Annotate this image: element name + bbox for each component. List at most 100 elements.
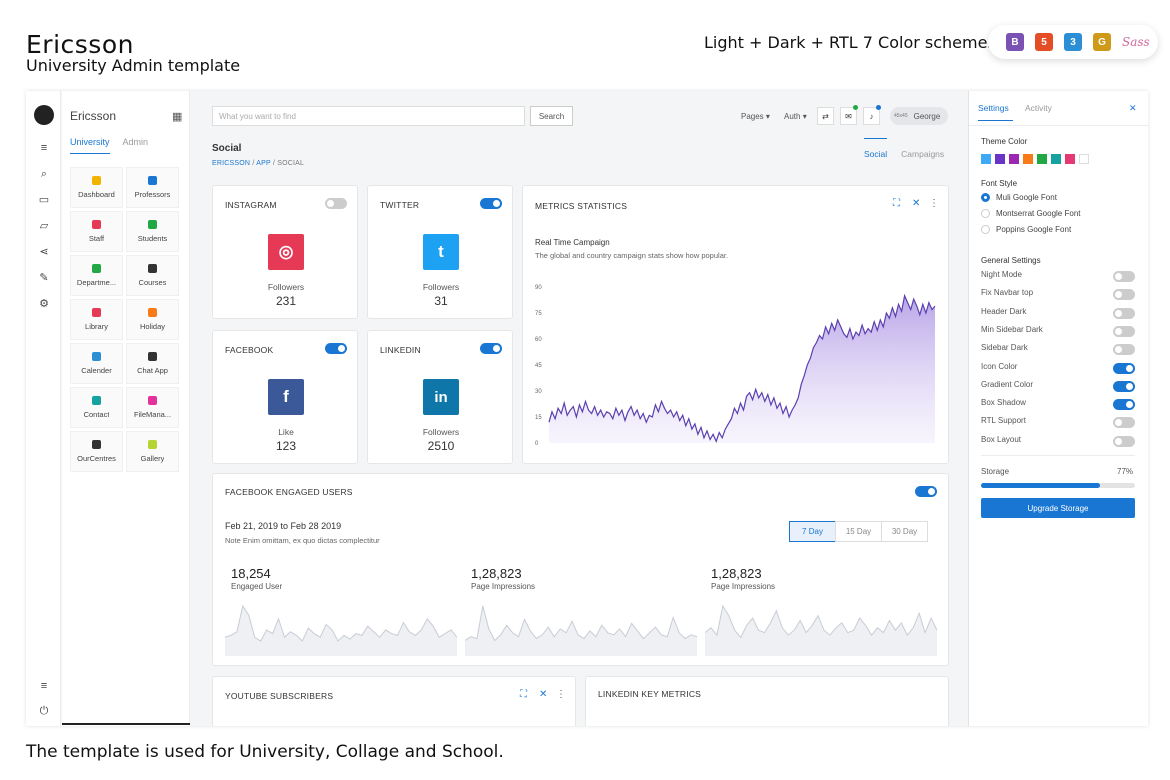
sidebar-app-filemana[interactable]: FileMana... — [126, 387, 179, 428]
breadcrumb-area: Social ERICSSON / APP / SOCIAL — [212, 143, 304, 167]
font-option-poppins[interactable]: Poppins Google Font — [981, 225, 1071, 234]
sidebar-app-label: Library — [85, 322, 108, 331]
close-icon[interactable]: ✕ — [912, 198, 920, 209]
setting-toggle[interactable] — [1113, 325, 1135, 337]
share-icon[interactable]: ⋖ — [38, 246, 50, 258]
theme-swatch[interactable] — [1065, 154, 1075, 164]
auth-menu[interactable]: Auth ▾ — [784, 112, 807, 121]
theme-swatch[interactable] — [1023, 154, 1033, 164]
sidebar-app-ourcentres[interactable]: OurCentres — [70, 431, 123, 472]
setting-toggle[interactable] — [1113, 399, 1135, 411]
sidebar-app-label: Students — [137, 234, 168, 243]
engaged-toggle[interactable] — [915, 486, 937, 497]
user-menu[interactable]: 45x45 George — [890, 107, 948, 125]
menu-icon[interactable]: ≡ — [38, 142, 50, 154]
font-option-label: Muli Google Font — [996, 193, 1057, 202]
tab-campaigns[interactable]: Campaigns — [901, 149, 944, 159]
setting-toggle[interactable] — [1113, 435, 1135, 447]
metrics-card: METRICS STATISTICS ⛶ ✕ ⋮ Real Time Campa… — [522, 185, 949, 464]
sidebar-app-courses[interactable]: Courses — [126, 255, 179, 296]
inbox-icon[interactable]: ▭ — [38, 194, 50, 206]
linkedin-toggle[interactable] — [480, 343, 502, 354]
setting-toggle[interactable] — [1113, 289, 1135, 301]
power-icon[interactable]: ⏻ — [38, 705, 50, 717]
sidebar-app-calender[interactable]: Calender — [70, 343, 123, 384]
range-7-day[interactable]: 7 Day — [789, 521, 836, 542]
theme-swatch[interactable] — [1009, 154, 1019, 164]
logo-icon[interactable] — [34, 105, 54, 125]
sidebar-app-professors[interactable]: Professors — [126, 167, 179, 208]
tab-activity[interactable]: Activity — [1025, 103, 1052, 113]
grid-icon[interactable]: ▦ — [172, 110, 182, 123]
setting-toggle[interactable] — [1113, 362, 1135, 374]
sidebar-app-contact[interactable]: Contact — [70, 387, 123, 428]
sidebar-app-label: OurCentres — [77, 454, 116, 463]
expand-icon[interactable]: ⛶ — [893, 198, 900, 209]
twitter-toggle[interactable] — [480, 198, 502, 209]
sidebar-app-library[interactable]: Library — [70, 299, 123, 340]
card-title: INSTAGRAM — [225, 200, 277, 210]
upgrade-storage-button[interactable]: Upgrade Storage — [981, 498, 1135, 518]
sidebar-app-departme[interactable]: Departme... — [70, 255, 123, 296]
theme-swatch[interactable] — [995, 154, 1005, 164]
sidebar-app-gallery[interactable]: Gallery — [126, 431, 179, 472]
expand-icon[interactable]: ⛶ — [520, 689, 527, 700]
engaged-note: Note Enim omittam, ex quo dictas complec… — [225, 536, 380, 545]
folder-icon[interactable]: ▱ — [38, 220, 50, 232]
breadcrumb-ericsson[interactable]: ERICSSON — [212, 160, 250, 167]
storage-bar-fill — [981, 483, 1100, 488]
close-icon[interactable]: ✕ — [1129, 103, 1137, 114]
sidebar-app-dashboard[interactable]: Dashboard — [70, 167, 123, 208]
more-icon[interactable]: ⋮ — [556, 689, 566, 700]
search-icon[interactable]: ⌕ — [38, 168, 50, 180]
sidebar-app-staff[interactable]: Staff — [70, 211, 123, 252]
facebook-toggle[interactable] — [325, 343, 347, 354]
setting-toggle[interactable] — [1113, 417, 1135, 429]
setting-label: Sidebar Dark — [981, 343, 1028, 353]
radio-icon — [981, 225, 990, 234]
setting-label: Icon Color — [981, 361, 1018, 371]
theme-swatch[interactable] — [981, 154, 991, 164]
sidebar-app-label: Professors — [134, 190, 171, 199]
font-option-muli[interactable]: Muli Google Font — [981, 193, 1057, 202]
setting-toggle[interactable] — [1113, 344, 1135, 356]
translate-icon[interactable]: ⇄ — [817, 107, 834, 125]
breadcrumb-app[interactable]: APP — [256, 160, 270, 167]
setting-toggle[interactable] — [1113, 307, 1135, 319]
sidebar-app-holiday[interactable]: Holiday — [126, 299, 179, 340]
radio-icon — [981, 209, 990, 218]
pen-icon[interactable]: ✎ — [38, 272, 50, 284]
sidebar-app-students[interactable]: Students — [126, 211, 179, 252]
pages-menu[interactable]: Pages ▾ — [741, 112, 770, 121]
sidebar-tabs: University Admin — [70, 137, 148, 154]
tech-badges: B 5 3 G Sass — [988, 25, 1158, 59]
instagram-toggle[interactable] — [325, 198, 347, 209]
theme-swatch[interactable] — [1051, 154, 1061, 164]
close-icon[interactable]: ✕ — [539, 689, 547, 700]
gear-icon[interactable]: ⚙ — [38, 298, 50, 310]
sidebar-brand: Ericsson — [70, 109, 117, 123]
list-icon[interactable]: ≡ — [38, 680, 50, 692]
font-option-montserrat[interactable]: Montserrat Google Font — [981, 209, 1080, 218]
search-button[interactable]: Search — [530, 106, 573, 126]
setting-toggle[interactable] — [1113, 271, 1135, 282]
map-icon — [92, 440, 101, 449]
tab-admin[interactable]: Admin — [123, 137, 149, 154]
dashboard-icon — [92, 176, 101, 185]
mail-icon[interactable]: ✉ — [840, 105, 858, 125]
tab-settings[interactable]: Settings — [978, 103, 1009, 113]
search-input[interactable]: What you want to find — [212, 106, 525, 126]
more-icon[interactable]: ⋮ — [929, 198, 939, 209]
range-15-day[interactable]: 15 Day — [835, 521, 882, 542]
theme-swatch[interactable] — [1079, 154, 1089, 164]
tab-university[interactable]: University — [70, 137, 110, 154]
user-icon — [92, 220, 101, 229]
tab-social[interactable]: Social — [864, 138, 888, 159]
range-30-day[interactable]: 30 Day — [881, 521, 928, 542]
setting-header-dark: Header Dark — [981, 307, 1135, 321]
bell-icon[interactable]: ♪ — [863, 105, 881, 125]
theme-swatch[interactable] — [1037, 154, 1047, 164]
campaign-desc: The global and country campaign stats sh… — [535, 251, 729, 260]
setting-toggle[interactable] — [1113, 380, 1135, 392]
sidebar-app-chatapp[interactable]: Chat App — [126, 343, 179, 384]
